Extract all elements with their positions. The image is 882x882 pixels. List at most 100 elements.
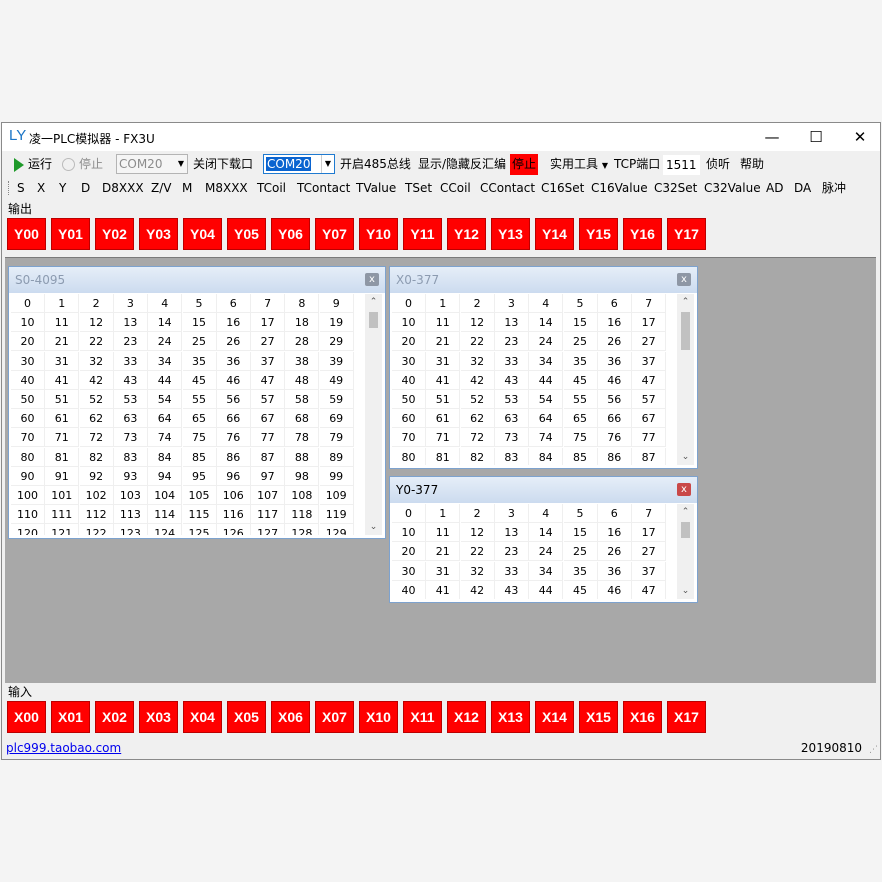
reg-c16set[interactable]: C16Set — [541, 177, 584, 199]
register-cell[interactable]: 17 — [632, 313, 666, 333]
register-cell[interactable]: 31 — [426, 351, 461, 371]
resize-grip-icon[interactable]: ⋰ — [869, 745, 878, 755]
register-cell[interactable]: 37 — [251, 351, 286, 371]
register-cell[interactable]: 31 — [426, 561, 461, 581]
register-cell[interactable]: 118 — [285, 505, 320, 525]
output-coil-y11[interactable]: Y11 — [403, 218, 442, 250]
register-cell[interactable]: 97 — [251, 466, 286, 486]
register-cell[interactable]: 101 — [45, 486, 80, 505]
window-caption[interactable]: Y0-377 x — [390, 477, 697, 503]
register-cell[interactable]: 58 — [285, 390, 320, 409]
register-cell[interactable]: 113 — [113, 505, 148, 525]
register-cell[interactable]: 84 — [148, 447, 183, 467]
register-cell[interactable]: 57 — [632, 390, 666, 409]
tools-menu[interactable]: 实用工具 ▼ — [550, 151, 608, 177]
register-cell[interactable]: 16 — [597, 523, 632, 543]
register-cell[interactable]: 37 — [632, 351, 666, 371]
reg-s[interactable]: S — [17, 177, 25, 199]
register-cell[interactable]: 30 — [11, 351, 45, 371]
register-cell[interactable]: 16 — [597, 313, 632, 333]
register-cell[interactable]: 86 — [598, 447, 632, 465]
close-download-port-button[interactable]: 关闭下载口 — [193, 151, 253, 177]
register-cell[interactable]: 53 — [113, 390, 148, 409]
register-cell[interactable]: 66 — [597, 409, 632, 429]
register-cell[interactable]: 125 — [183, 524, 217, 535]
register-cell[interactable]: 114 — [148, 505, 183, 525]
output-coil-y17[interactable]: Y17 — [667, 218, 706, 250]
register-cell[interactable]: 10 — [11, 313, 45, 333]
register-cell[interactable]: 54 — [529, 390, 564, 409]
register-cell[interactable]: 38 — [285, 351, 320, 371]
register-cell[interactable]: 50 — [392, 390, 426, 409]
register-cell[interactable]: 50 — [11, 390, 45, 409]
input-contact-x02[interactable]: X02 — [95, 701, 134, 733]
register-cell[interactable]: 33 — [494, 351, 529, 371]
register-cell[interactable]: 41 — [426, 580, 461, 599]
register-cell[interactable]: 124 — [148, 524, 183, 535]
close-icon[interactable]: x — [365, 273, 379, 286]
register-cell[interactable]: 96 — [216, 466, 251, 486]
register-cell[interactable]: 68 — [285, 409, 320, 429]
x-register-window[interactable]: X0-377 x 0 1 2 3 4 5 6 7 10 11 12 13 14 15 16 17 20 21 22 2… — [389, 266, 698, 469]
register-cell[interactable]: 111 — [45, 505, 80, 525]
register-cell[interactable]: 84 — [529, 447, 564, 465]
register-cell[interactable]: 33 — [113, 351, 148, 371]
output-coil-y12[interactable]: Y12 — [447, 218, 486, 250]
register-cell[interactable]: 27 — [251, 332, 286, 352]
register-cell[interactable]: 36 — [597, 561, 632, 581]
register-cell[interactable]: 14 — [529, 523, 564, 543]
register-cell[interactable]: 67 — [632, 409, 666, 429]
register-cell[interactable]: 23 — [494, 542, 529, 562]
register-cell[interactable]: 5 — [563, 294, 598, 313]
register-cell[interactable]: 42 — [460, 370, 495, 390]
register-cell[interactable]: 70 — [11, 428, 45, 448]
register-cell[interactable]: 21 — [45, 332, 80, 352]
register-cell[interactable]: 88 — [285, 447, 320, 467]
register-cell[interactable]: 106 — [216, 486, 251, 505]
register-cell[interactable]: 35 — [563, 561, 598, 581]
register-cell[interactable]: 40 — [392, 580, 426, 599]
register-cell[interactable]: 51 — [45, 390, 80, 409]
register-cell[interactable]: 104 — [148, 486, 183, 505]
input-contact-x17[interactable]: X17 — [667, 701, 706, 733]
register-cell[interactable]: 35 — [563, 351, 598, 371]
register-cell[interactable]: 0 — [11, 294, 45, 313]
register-cell[interactable]: 78 — [285, 428, 320, 448]
register-cell[interactable]: 115 — [182, 505, 217, 525]
minimize-button[interactable]: — — [750, 123, 794, 151]
vertical-scrollbar[interactable]: ⌃ ⌄ — [677, 294, 694, 465]
output-coil-y16[interactable]: Y16 — [623, 218, 662, 250]
input-contact-x00[interactable]: X00 — [7, 701, 46, 733]
register-cell[interactable]: 32 — [460, 561, 495, 581]
register-cell[interactable]: 65 — [182, 409, 217, 429]
register-cell[interactable]: 8 — [285, 294, 320, 313]
register-cell[interactable]: 23 — [494, 332, 529, 352]
register-cell[interactable]: 15 — [563, 313, 598, 333]
register-cell[interactable]: 47 — [251, 370, 286, 390]
register-cell[interactable]: 79 — [319, 428, 354, 448]
input-contact-x05[interactable]: X05 — [227, 701, 266, 733]
register-cell[interactable]: 77 — [632, 428, 666, 448]
register-cell[interactable]: 95 — [182, 466, 217, 486]
register-cell[interactable]: 112 — [79, 505, 114, 525]
register-cell[interactable]: 85 — [564, 447, 598, 465]
register-cell[interactable]: 56 — [597, 390, 632, 409]
reg-d8xxx[interactable]: D8XXX — [102, 177, 144, 199]
register-cell[interactable]: 41 — [426, 370, 461, 390]
register-cell[interactable]: 103 — [113, 486, 148, 505]
output-coil-y02[interactable]: Y02 — [95, 218, 134, 250]
window-caption[interactable]: S0-4095 x — [9, 267, 385, 293]
register-cell[interactable]: 13 — [113, 313, 148, 333]
register-cell[interactable]: 72 — [79, 428, 114, 448]
register-cell[interactable]: 34 — [529, 561, 564, 581]
register-cell[interactable]: 4 — [529, 504, 564, 523]
open-485-button[interactable]: 开启485总线 — [340, 151, 411, 177]
register-cell[interactable]: 17 — [251, 313, 286, 333]
register-cell[interactable]: 72 — [460, 428, 495, 448]
output-coil-y14[interactable]: Y14 — [535, 218, 574, 250]
register-cell[interactable]: 71 — [45, 428, 80, 448]
register-cell[interactable]: 32 — [79, 351, 114, 371]
register-cell[interactable]: 45 — [182, 370, 217, 390]
reg-tvalue[interactable]: TValue — [356, 177, 396, 199]
register-cell[interactable]: 13 — [494, 523, 529, 543]
